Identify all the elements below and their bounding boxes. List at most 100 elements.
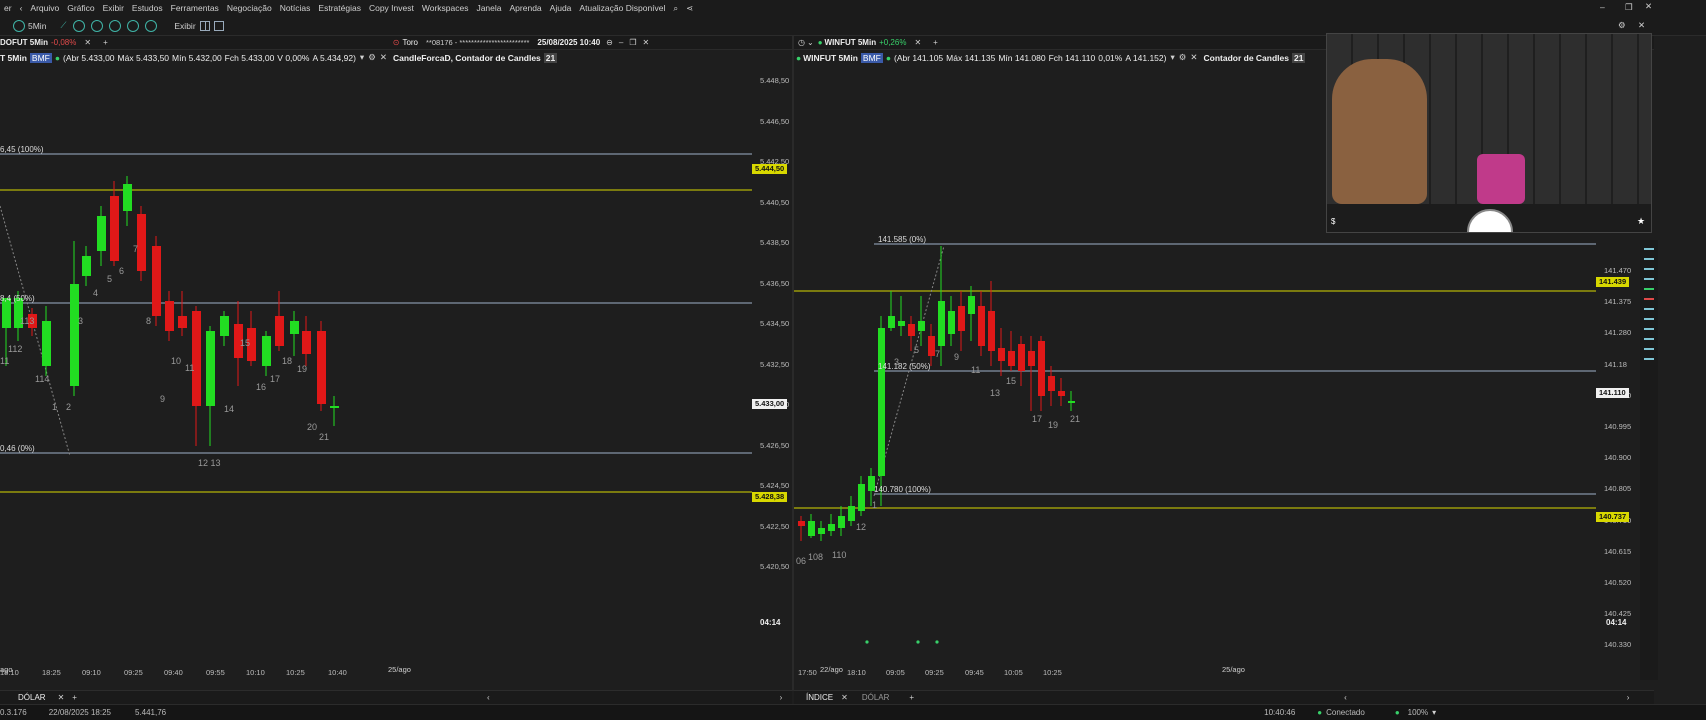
settings-icon[interactable]: ⚙: [368, 52, 376, 63]
search-icon[interactable]: ⌕: [669, 3, 682, 14]
right-scroll-right-icon[interactable]: ›: [1627, 693, 1630, 702]
pencil-tool-icon[interactable]: [1644, 348, 1654, 350]
right-tab-dolar[interactable]: DÓLAR: [862, 693, 890, 702]
exibir-button[interactable]: Exibir: [174, 21, 195, 31]
pane-restore-icon[interactable]: ❐: [629, 38, 636, 47]
menu-item-copy-invest[interactable]: Copy Invest: [365, 3, 418, 13]
candle-body: [888, 316, 895, 328]
right-abr: (Abr 141.105: [894, 52, 944, 63]
right-tab-close-icon[interactable]: ✕: [914, 38, 921, 47]
text-tool-icon[interactable]: [1644, 278, 1654, 280]
left-tab-close-icon[interactable]: ✕: [84, 38, 91, 47]
clock-icon[interactable]: [13, 19, 25, 32]
right-tab-indice[interactable]: ÍNDICE: [806, 693, 833, 702]
menu-item-first[interactable]: er: [0, 3, 16, 13]
left-scroll-right-icon[interactable]: ›: [780, 693, 783, 702]
right-max: Máx 141.135: [946, 52, 996, 63]
right-dropdown-icon[interactable]: ▾: [1170, 52, 1174, 63]
menu-item-estrategias[interactable]: Estratégias: [314, 3, 365, 13]
zoom-in-icon[interactable]: [73, 19, 86, 32]
candle-body: [165, 301, 174, 331]
left-tab-dolar[interactable]: DÓLAR: [18, 693, 46, 702]
candle-count-label: 110: [832, 550, 846, 560]
star-icon[interactable]: ★: [1637, 216, 1645, 227]
menu-item-grafico[interactable]: Gráfico: [63, 3, 98, 13]
right-clock-icon[interactable]: ◷: [798, 38, 805, 47]
candle-body: [97, 216, 106, 251]
broker-logo-icon: ⊙: [392, 38, 400, 47]
right-price-tag-lower: 140.737: [1596, 512, 1630, 522]
left-scroll-left-icon[interactable]: ‹: [487, 693, 490, 702]
rectangle-tool-icon[interactable]: [1644, 318, 1654, 320]
trendline-tool-icon[interactable]: [1644, 248, 1654, 250]
fibonacci-tool-icon[interactable]: [1644, 308, 1654, 310]
candle-count-label: 1: [872, 500, 877, 510]
menu-item-exibir[interactable]: Exibir: [99, 3, 128, 13]
ellipse-tool-icon[interactable]: [1644, 328, 1654, 330]
left-add-tab-icon[interactable]: +: [103, 38, 108, 47]
arrow-down-tool-icon[interactable]: [1644, 298, 1654, 300]
menu-item-ajuda[interactable]: Ajuda: [546, 3, 576, 13]
candle-body: [82, 256, 91, 276]
menu-item-arquivo[interactable]: Arquivo: [26, 3, 63, 13]
chart-line-icon[interactable]: ⟋: [60, 20, 66, 31]
crosshair-icon[interactable]: [145, 19, 158, 32]
right-close-studies-icon[interactable]: ✕: [1190, 52, 1197, 63]
left-tab-title[interactable]: DOFUT 5Min: [0, 38, 48, 47]
menu-item-aprenda[interactable]: Aprenda: [506, 3, 546, 13]
right-fch: Fch 141.110: [1048, 52, 1096, 63]
arrow-up-tool-icon[interactable]: [1644, 288, 1654, 290]
right-add-tab-icon[interactable]: +: [933, 38, 938, 47]
ruler-tool-icon[interactable]: [1644, 338, 1654, 340]
menu-item-janela[interactable]: Janela: [472, 3, 505, 13]
candle-count-label: 112: [8, 344, 22, 354]
back-arrow-icon[interactable]: ‹: [16, 3, 27, 13]
left-tab-dolar-close-icon[interactable]: ✕: [58, 693, 65, 702]
candle-body: [152, 246, 161, 316]
fibonacci-label: 140.780 (100%): [874, 485, 931, 494]
right-scroll-left-icon[interactable]: ‹: [1344, 693, 1347, 702]
settings-gear-icon[interactable]: ⚙: [1618, 20, 1626, 31]
right-add-sheet-icon[interactable]: +: [909, 693, 914, 702]
pane-close-icon[interactable]: ✕: [642, 38, 649, 47]
zoom-dropdown-icon[interactable]: ▾: [1432, 708, 1436, 717]
candle-body: [1018, 344, 1025, 371]
left-add-sheet-icon[interactable]: +: [72, 693, 77, 702]
pane-minimize-icon[interactable]: –: [619, 38, 623, 47]
menu-item-atualizacao[interactable]: Atualização Disponível: [575, 3, 669, 13]
menu-item-noticias[interactable]: Notícias: [276, 3, 315, 13]
candle-count-label: 11: [971, 365, 980, 375]
menu-item-ferramentas[interactable]: Ferramentas: [167, 3, 223, 13]
channel-tool-icon[interactable]: [1644, 268, 1654, 270]
right-chevron-down-icon[interactable]: ⌄: [807, 38, 814, 47]
layout-grid-icon[interactable]: [199, 20, 210, 31]
zoom-out-icon[interactable]: [91, 19, 104, 32]
close-icon[interactable]: ✕: [1645, 1, 1652, 12]
cursor-icon[interactable]: [127, 19, 140, 32]
menu-item-estudos[interactable]: Estudos: [128, 3, 167, 13]
candle-count-label: 6: [119, 266, 124, 276]
left-chart-canvas[interactable]: 6,45 (100%)8,4 (50%)0,46 (0%)11112113114…: [0, 66, 792, 706]
toolbar-close-icon[interactable]: ✕: [1638, 20, 1645, 31]
minus-circle-icon[interactable]: ⊖: [606, 38, 613, 47]
share-icon[interactable]: ⋖: [682, 3, 697, 14]
candle-body: [206, 331, 215, 406]
close-studies-icon[interactable]: ✕: [380, 52, 387, 63]
zoom-reset-icon[interactable]: [109, 19, 122, 32]
candle-count-label: 14: [224, 404, 234, 414]
horizontal-line-tool-icon[interactable]: [1644, 258, 1654, 260]
minimize-icon[interactable]: –: [1600, 2, 1605, 12]
right-tab-title[interactable]: WINFUT 5Min: [825, 38, 877, 47]
eraser-tool-icon[interactable]: [1644, 358, 1654, 360]
left-abr: (Abr 5.433,00: [63, 52, 115, 63]
menu-item-negociacao[interactable]: Negociação: [223, 3, 276, 13]
dropdown-icon[interactable]: ▾: [360, 52, 364, 63]
timeframe-label[interactable]: 5Min: [28, 21, 46, 31]
layout-table-icon[interactable]: [213, 20, 224, 31]
right-tab-indice-close-icon[interactable]: ✕: [841, 693, 848, 702]
restore-icon[interactable]: ❐: [1625, 2, 1633, 13]
x-tick-label: 10:40: [328, 668, 347, 677]
candle-body: [938, 301, 945, 346]
right-settings-icon[interactable]: ⚙: [1179, 52, 1187, 63]
menu-item-workspaces[interactable]: Workspaces: [418, 3, 473, 13]
